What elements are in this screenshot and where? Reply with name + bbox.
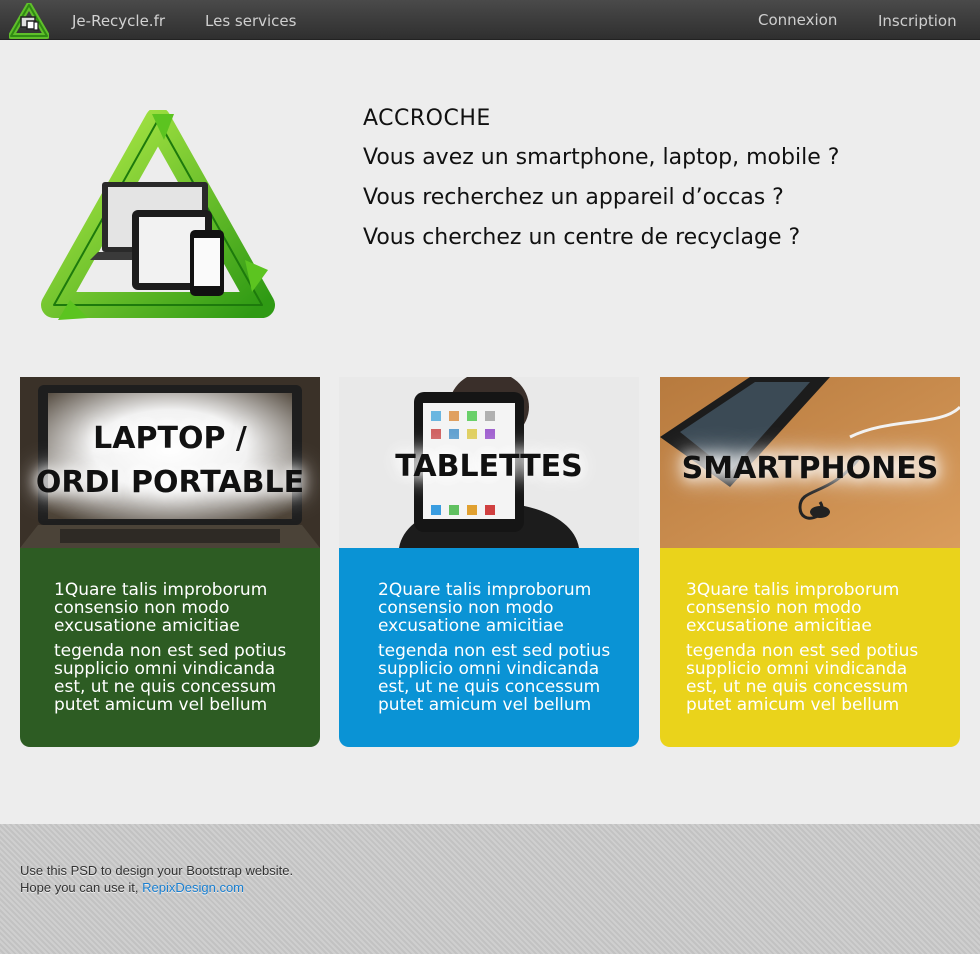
card-title-tablet: TABLETTES — [339, 445, 639, 489]
card-text-1: 3Quare talis improborum consensio non mo… — [686, 580, 900, 636]
signup-link[interactable]: Inscription — [878, 12, 957, 30]
recycle-devices-icon — [41, 110, 275, 320]
recycle-logo-icon[interactable] — [9, 3, 49, 39]
card-text-2: tegenda non est sed potius supplicio omn… — [378, 641, 611, 715]
smartphone-photo: SMARTPHONES — [660, 377, 960, 548]
footer-text: Use this PSD to design your Bootstrap we… — [20, 862, 293, 896]
card-laptop[interactable]: LAPTOP / ORDI PORTABLE 1Quare talis impr… — [20, 377, 320, 747]
page-footer: Use this PSD to design your Bootstrap we… — [0, 824, 980, 954]
card-body-tablet: 2Quare talis improborum consensio non mo… — [339, 548, 639, 747]
card-text-2: tegenda non est sed potius supplicio omn… — [54, 641, 287, 715]
top-navbar: Je-Recycle.fr Les services Connexion Ins… — [0, 0, 980, 40]
card-title-line-1: LAPTOP / — [93, 421, 247, 456]
card-text-1: 1Quare talis improborum consensio non mo… — [54, 580, 268, 636]
footer-line-1: Use this PSD to design your Bootstrap we… — [20, 863, 294, 878]
hero-line-2: Vous recherchez un appareil d’occas ? — [363, 185, 784, 210]
card-text-2: tegenda non est sed potius supplicio omn… — [686, 641, 919, 715]
hero-line-3: Vous cherchez un centre de recyclage ? — [363, 225, 801, 250]
card-title-laptop: LAPTOP / ORDI PORTABLE — [20, 417, 320, 505]
card-tablet[interactable]: TABLETTES 2Quare talis improborum consen… — [339, 377, 639, 747]
tablet-photo: TABLETTES — [339, 377, 639, 548]
footer-link-repixdesign[interactable]: RepixDesign.com — [142, 880, 244, 895]
card-body-laptop: 1Quare talis improborum consensio non mo… — [20, 548, 320, 747]
footer-line-2: Hope you can use it, RepixDesign.com — [20, 879, 293, 896]
footer-line-2-prefix: Hope you can use it, — [20, 880, 143, 895]
nav-link-services[interactable]: Les services — [205, 12, 296, 30]
card-text-1: 2Quare talis improborum consensio non mo… — [378, 580, 592, 636]
card-title-smartphone: SMARTPHONES — [660, 447, 960, 491]
laptop-photo: LAPTOP / ORDI PORTABLE — [20, 377, 320, 548]
card-title-line-2: ORDI PORTABLE — [35, 465, 305, 500]
hero-heading: ACCROCHE — [363, 106, 491, 131]
brand-link[interactable]: Je-Recycle.fr — [72, 12, 165, 30]
login-link[interactable]: Connexion — [758, 11, 837, 29]
card-body-smartphone: 3Quare talis improborum consensio non mo… — [660, 548, 960, 747]
card-smartphone[interactable]: SMARTPHONES 3Quare talis improborum cons… — [660, 377, 960, 747]
hero-text-block: ACCROCHE Vous avez un smartphone, laptop… — [363, 106, 839, 265]
card-title-line-1: SMARTPHONES — [681, 451, 939, 486]
card-title-line-1: TABLETTES — [395, 449, 583, 484]
hero-line-1: Vous avez un smartphone, laptop, mobile … — [363, 145, 840, 170]
